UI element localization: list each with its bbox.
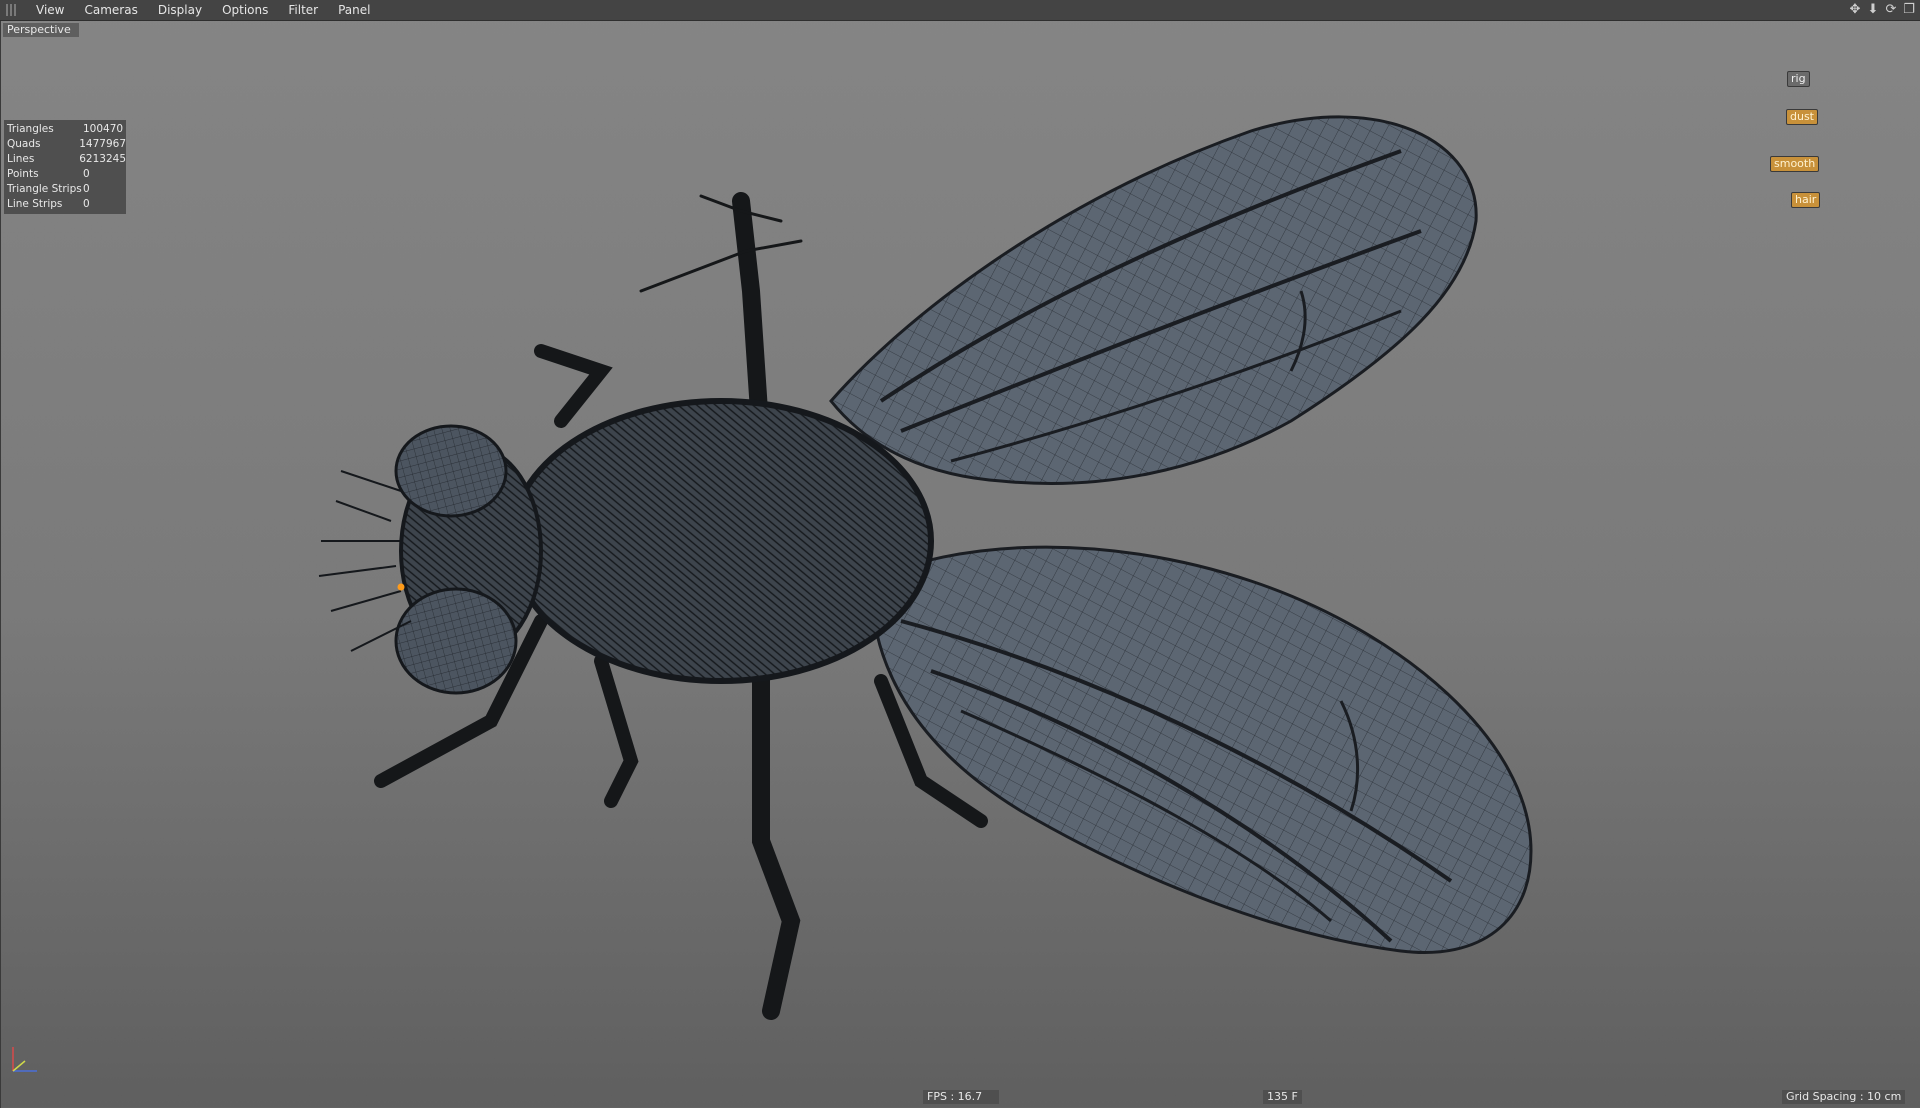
eye-lower xyxy=(394,587,518,695)
menu-view[interactable]: View xyxy=(26,0,74,20)
frame-readout: 135 F xyxy=(1263,1090,1302,1104)
stat-row: Points 0 xyxy=(7,168,90,180)
move-view-icon[interactable]: ✥ xyxy=(1848,2,1862,17)
menu-bar: View Cameras Display Options Filter Pane… xyxy=(0,0,1920,21)
stat-row: Lines 6213245 xyxy=(7,153,126,165)
head-bristles xyxy=(318,470,412,652)
poly-stats-panel: Triangles 100470 Quads 1477967 Lines 621324… xyxy=(4,120,126,214)
grid-spacing-readout: Grid Spacing : 10 cm xyxy=(1782,1090,1906,1104)
rotate-view-icon[interactable]: ⟳ xyxy=(1884,2,1898,17)
stat-row: Triangles 100470 xyxy=(7,123,124,135)
fly-model-render xyxy=(318,115,1533,1020)
layer-smooth-toggle[interactable]: smooth xyxy=(1770,156,1820,172)
upper-wing xyxy=(829,115,1478,485)
dolly-view-icon[interactable]: ⬇ xyxy=(1866,2,1880,17)
layer-hair-toggle[interactable]: hair xyxy=(1791,192,1821,208)
selected-vertex xyxy=(397,583,405,591)
panel-grip-icon[interactable] xyxy=(6,4,18,16)
fps-readout: FPS : 16.7 xyxy=(923,1090,999,1104)
lower-wing xyxy=(869,545,1533,954)
thorax xyxy=(508,398,934,684)
menu-panel[interactable]: Panel xyxy=(328,0,380,20)
eye-upper xyxy=(394,424,508,518)
camera-label[interactable]: Perspective xyxy=(3,23,79,37)
menu-cameras[interactable]: Cameras xyxy=(74,0,147,20)
stat-row: Triangle Strips 0 xyxy=(7,183,90,195)
stat-row: Line Strips 0 xyxy=(7,198,90,210)
viewport-tools: ✥ ⬇ ⟳ ❐ xyxy=(1848,2,1916,17)
stat-row: Quads 1477967 xyxy=(7,138,126,150)
axis-gizmo-icon xyxy=(12,1047,37,1072)
layer-dust-toggle[interactable]: dust xyxy=(1786,109,1818,125)
menu-filter[interactable]: Filter xyxy=(278,0,328,20)
maximize-view-icon[interactable]: ❐ xyxy=(1902,2,1916,17)
menu-display[interactable]: Display xyxy=(148,0,212,20)
layer-rig-toggle[interactable]: rig xyxy=(1787,71,1810,87)
menu-options[interactable]: Options xyxy=(212,0,278,20)
perspective-viewport[interactable]: Perspective Triangles 100470 Quads 1477967… xyxy=(0,21,1920,1108)
